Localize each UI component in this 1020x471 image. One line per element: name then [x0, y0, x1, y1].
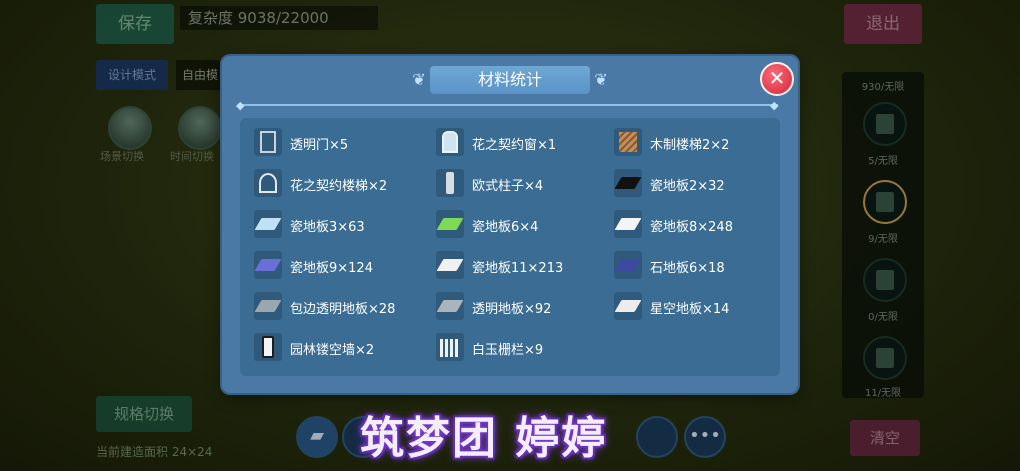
- material-label: 白玉栅栏×9: [472, 343, 544, 358]
- material-label: 透明门×5: [290, 138, 349, 153]
- material-label: 瓷地板8×248: [650, 220, 733, 235]
- material-label: 瓷地板9×124: [290, 261, 373, 276]
- wall-icon: [254, 333, 282, 361]
- material-label: 瓷地板3×63: [290, 220, 365, 235]
- tile-icon: [614, 210, 642, 238]
- close-button[interactable]: ✕: [760, 62, 794, 96]
- tile-icon: [614, 251, 642, 279]
- material-label: 瓷地板11×213: [472, 261, 564, 276]
- material-label: 石地板6×18: [650, 261, 725, 276]
- material-label: 欧式柱子×4: [472, 179, 544, 194]
- wooden-stairs-icon: [614, 128, 642, 156]
- tile-icon: [254, 210, 282, 238]
- material-label: 瓷地板2×32: [650, 179, 725, 194]
- tile-icon: [436, 292, 464, 320]
- divider-ornament-icon: ◆: [236, 99, 245, 112]
- material-label: 花之契约窗×1: [472, 138, 557, 153]
- dialog-header: ❦ 材料统计 ❦: [408, 66, 612, 94]
- tile-icon: [614, 169, 642, 197]
- tile-icon: [614, 292, 642, 320]
- material-label: 园林镂空墙×2: [290, 343, 375, 358]
- tile-icon: [436, 251, 464, 279]
- tile-icon: [254, 292, 282, 320]
- material-label: 透明地板×92: [472, 302, 552, 317]
- dialog-title: 材料统计: [430, 66, 590, 94]
- door-icon: [254, 128, 282, 156]
- material-list: 透明门×5 花之契约窗×1 木制楼梯2×2 花之契约楼梯×2 欧式柱子×4 瓷地…: [240, 118, 780, 376]
- material-stats-dialog: ❦ 材料统计 ❦ ◆ ◆ ✕ 透明门×5 花之契约窗×1 木制楼梯2×2 花之契…: [222, 56, 798, 393]
- material-label: 瓷地板6×4: [472, 220, 539, 235]
- tile-icon: [436, 210, 464, 238]
- header-divider: [242, 104, 778, 106]
- material-label: 木制楼梯2×2: [650, 138, 730, 153]
- material-label: 包边透明地板×28: [290, 302, 396, 317]
- scroll-ornament-icon: ❦: [412, 70, 426, 89]
- material-label: 星空地板×14: [650, 302, 730, 317]
- material-label: 花之契约楼梯×2: [290, 179, 388, 194]
- window-icon: [436, 128, 464, 156]
- tile-icon: [254, 251, 282, 279]
- fence-icon: [436, 333, 464, 361]
- pillar-icon: [436, 169, 464, 197]
- spiral-stairs-icon: [254, 169, 282, 197]
- scroll-ornament-icon: ❦: [594, 70, 608, 89]
- divider-ornament-icon: ◆: [770, 99, 779, 112]
- watermark-text: 筑梦团 婷婷: [360, 413, 608, 464]
